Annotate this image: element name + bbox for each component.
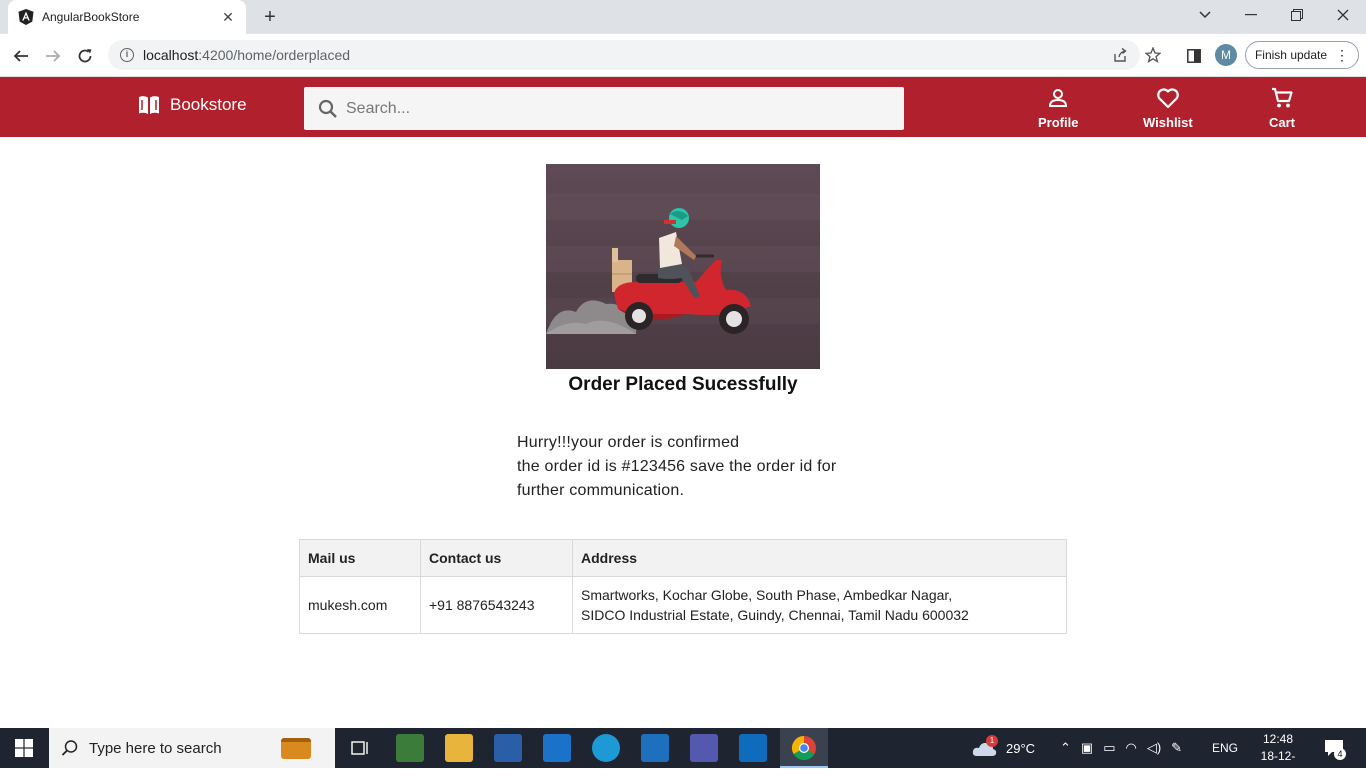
search-input[interactable] bbox=[346, 99, 886, 118]
notification-count-badge: 4 bbox=[1334, 748, 1346, 760]
forward-arrow-icon[interactable] bbox=[40, 43, 66, 69]
briefcase-icon bbox=[281, 738, 311, 759]
contact-table: Mail us Contact us Address mukesh.com +9… bbox=[299, 539, 1067, 634]
page-title: Order Placed Sucessfully bbox=[568, 374, 798, 395]
address-line: Smartworks, Kochar Globe, South Phase, A… bbox=[581, 587, 953, 603]
app-header: Bookstore Profile Wishlist Cart bbox=[0, 77, 1366, 137]
person-icon bbox=[1049, 89, 1068, 107]
tab-title: AngularBookStore bbox=[42, 10, 140, 24]
search-icon bbox=[61, 740, 78, 756]
pen-icon[interactable]: ✎ bbox=[1171, 740, 1182, 756]
browser-toolbar: i localhost:4200/home/orderplaced M Fini… bbox=[0, 34, 1366, 77]
restore-button[interactable] bbox=[1274, 0, 1320, 30]
clock-time: 12:48 bbox=[1262, 732, 1294, 746]
confirmation-message: Hurry!!!your order is confirmed the orde… bbox=[517, 431, 877, 503]
side-panel-icon[interactable] bbox=[1181, 43, 1207, 69]
address-cell: Smartworks, Kochar Globe, South Phase, A… bbox=[572, 576, 1067, 634]
microsoft-store-icon[interactable] bbox=[494, 734, 522, 762]
language-indicator[interactable]: ENG bbox=[1212, 728, 1238, 768]
temperature: 29°C bbox=[1006, 740, 1036, 756]
table-row: mukesh.com +91 8876543243 Smartworks, Ko… bbox=[299, 576, 1067, 634]
brand-logo[interactable]: Bookstore bbox=[138, 95, 247, 115]
volume-icon[interactable]: ◁) bbox=[1147, 740, 1161, 756]
finish-update-button[interactable]: Finish update ⋮ bbox=[1245, 41, 1359, 69]
teams-app-icon[interactable] bbox=[690, 734, 718, 762]
network-icon[interactable]: ◠ bbox=[1126, 740, 1137, 756]
heart-icon bbox=[1157, 88, 1179, 109]
taskbar-clock[interactable]: 12:48 18-12-2023 bbox=[1248, 731, 1308, 782]
meet-now-icon[interactable]: ▣ bbox=[1081, 740, 1093, 756]
message-line: the order id is #123456 save the order i… bbox=[517, 458, 837, 475]
battery-icon[interactable]: ▭ bbox=[1103, 740, 1115, 756]
nav-wishlist[interactable]: Wishlist bbox=[1143, 87, 1193, 130]
reload-icon[interactable] bbox=[72, 43, 98, 69]
nav-wishlist-label: Wishlist bbox=[1143, 115, 1193, 130]
outlook-app-icon[interactable] bbox=[739, 734, 767, 762]
file-explorer-icon[interactable] bbox=[445, 734, 473, 762]
message-line: Hurry!!!your order is confirmed bbox=[517, 434, 740, 451]
excel-app-icon[interactable] bbox=[396, 734, 424, 762]
tab-search-chevron-icon[interactable] bbox=[1182, 0, 1228, 30]
edge-browser-icon[interactable] bbox=[592, 734, 620, 762]
notification-center-icon[interactable]: 4 bbox=[1324, 728, 1346, 768]
system-tray-icons: ⌃ ▣ ▭ ◠ ◁) ✎ bbox=[1060, 728, 1182, 768]
site-info-icon[interactable]: i bbox=[120, 48, 134, 62]
phone-cell: +91 8876543243 bbox=[420, 576, 573, 634]
nav-profile-label: Profile bbox=[1038, 115, 1079, 130]
chevron-up-icon[interactable]: ⌃ bbox=[1060, 740, 1071, 756]
browser-tabstrip: AngularBookStore ✕ + bbox=[0, 0, 1366, 34]
nav-cart-label: Cart bbox=[1269, 115, 1296, 130]
nav-profile[interactable]: Profile bbox=[1038, 87, 1078, 130]
minimize-button[interactable] bbox=[1228, 0, 1274, 30]
close-window-button[interactable] bbox=[1320, 0, 1366, 30]
address-line: SIDCO Industrial Estate, Guindy, Chennai… bbox=[581, 607, 969, 623]
vscode-app-icon[interactable] bbox=[641, 734, 669, 762]
search-box[interactable] bbox=[304, 87, 904, 130]
browser-tab[interactable]: AngularBookStore ✕ bbox=[8, 0, 246, 34]
angular-favicon-icon bbox=[18, 9, 34, 25]
tab-close-icon[interactable]: ✕ bbox=[220, 9, 236, 26]
address-bar[interactable]: i localhost:4200/home/orderplaced bbox=[108, 40, 1161, 70]
header-address: Address bbox=[572, 539, 1067, 577]
search-icon bbox=[318, 99, 337, 118]
weather-widget[interactable]: 1 29°C bbox=[972, 728, 1035, 768]
header-mail: Mail us bbox=[299, 539, 421, 577]
mail-app-icon[interactable] bbox=[543, 734, 571, 762]
new-tab-button[interactable]: + bbox=[258, 5, 282, 29]
url-path: :4200/home/orderplaced bbox=[198, 47, 351, 63]
chrome-taskbar-button[interactable] bbox=[780, 728, 828, 768]
windows-logo-icon bbox=[15, 739, 33, 757]
nav-cart[interactable]: Cart bbox=[1269, 87, 1295, 130]
windows-start-button[interactable] bbox=[0, 728, 48, 768]
url-text: localhost:4200/home/orderplaced bbox=[143, 47, 350, 63]
url-host: localhost bbox=[143, 47, 199, 63]
mail-cell: mukesh.com bbox=[299, 576, 421, 634]
open-book-icon bbox=[139, 96, 159, 114]
brand-name: Bookstore bbox=[170, 95, 247, 114]
finish-update-label: Finish update bbox=[1254, 48, 1328, 62]
cart-icon bbox=[1272, 87, 1293, 108]
clock-date: 18-12-2023 bbox=[1260, 749, 1296, 780]
profile-avatar[interactable]: M bbox=[1215, 44, 1237, 66]
taskbar-search-placeholder: Type here to search bbox=[89, 739, 222, 757]
task-view-icon[interactable] bbox=[346, 734, 374, 762]
delivery-scooter-illustration bbox=[546, 164, 820, 369]
share-icon[interactable] bbox=[1112, 40, 1128, 70]
more-menu-icon: ⋮ bbox=[1335, 47, 1350, 63]
taskbar-search-box[interactable]: Type here to search bbox=[49, 728, 335, 768]
back-arrow-icon[interactable] bbox=[8, 43, 34, 69]
bookmark-star-icon[interactable] bbox=[1145, 40, 1161, 70]
table-header-row: Mail us Contact us Address bbox=[299, 539, 1067, 577]
header-contact: Contact us bbox=[420, 539, 573, 577]
message-line: further communication. bbox=[517, 482, 685, 499]
windows-taskbar: Type here to search 1 29°C ⌃ ▣ ▭ ◠ ◁) ✎ … bbox=[0, 728, 1366, 780]
weather-alert-badge: 1 bbox=[986, 735, 998, 747]
chrome-app-icon bbox=[791, 736, 816, 761]
